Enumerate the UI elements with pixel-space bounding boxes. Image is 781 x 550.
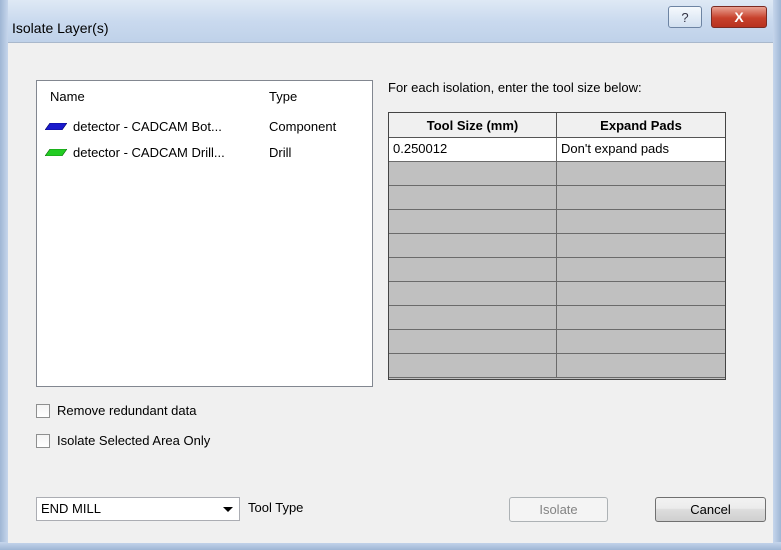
expand-pads-cell[interactable] xyxy=(557,282,725,306)
window-frame-bottom xyxy=(0,542,781,550)
help-button[interactable]: ? xyxy=(668,6,702,28)
tool-type-select[interactable]: END MILL xyxy=(36,497,240,521)
column-header-type[interactable]: Type xyxy=(269,89,297,104)
tool-size-cell[interactable] xyxy=(389,354,557,378)
close-button[interactable]: X xyxy=(711,6,767,28)
tool-size-grid[interactable]: Tool Size (mm) Expand Pads 0.250012 Don't… xyxy=(388,112,726,380)
isolate-button[interactable]: Isolate xyxy=(509,497,608,522)
layer-type: Component xyxy=(269,119,337,134)
layer-color-icon xyxy=(45,149,67,156)
layer-name: detector - CADCAM Drill... xyxy=(73,145,225,160)
expand-pads-cell[interactable] xyxy=(557,258,725,282)
expand-pads-cell[interactable] xyxy=(557,306,725,330)
tool-size-cell[interactable] xyxy=(389,306,557,330)
chevron-down-icon xyxy=(223,507,233,512)
column-header-name[interactable]: Name xyxy=(50,89,85,104)
expand-pads-cell[interactable]: Don't expand pads xyxy=(557,138,725,162)
isolate-selected-label[interactable]: Isolate Selected Area Only xyxy=(57,433,210,448)
window-title: Isolate Layer(s) xyxy=(12,20,109,36)
remove-redundant-checkbox[interactable] xyxy=(36,404,50,418)
close-icon: X xyxy=(734,9,744,25)
tool-size-cell[interactable] xyxy=(389,186,557,210)
tool-size-cell[interactable] xyxy=(389,234,557,258)
isolate-layers-dialog: Isolate Layer(s) ? X Name Type detector … xyxy=(0,0,781,550)
tool-size-cell[interactable] xyxy=(389,162,557,186)
tool-size-cell[interactable] xyxy=(389,210,557,234)
remove-redundant-label[interactable]: Remove redundant data xyxy=(57,403,196,418)
expand-pads-cell[interactable] xyxy=(557,162,725,186)
window-frame-left xyxy=(0,0,8,550)
cancel-button[interactable]: Cancel xyxy=(655,497,766,522)
tool-size-cell[interactable] xyxy=(389,258,557,282)
layer-type: Drill xyxy=(269,145,292,160)
column-header-tool-size: Tool Size (mm) xyxy=(389,113,557,138)
column-header-expand-pads: Expand Pads xyxy=(557,113,725,138)
tool-type-value: END MILL xyxy=(41,501,101,516)
window-frame-right xyxy=(773,0,781,550)
layer-row[interactable]: detector - CADCAM Bot... Component xyxy=(43,118,368,136)
tool-size-cell[interactable]: 0.250012 xyxy=(389,138,557,162)
expand-pads-cell[interactable] xyxy=(557,330,725,354)
expand-pads-cell[interactable] xyxy=(557,234,725,258)
layer-list[interactable]: Name Type detector - CADCAM Bot... Compo… xyxy=(36,80,373,387)
tool-type-label: Tool Type xyxy=(248,500,304,515)
isolate-selected-checkbox[interactable] xyxy=(36,434,50,448)
expand-pads-cell[interactable] xyxy=(557,186,725,210)
isolation-instructions: For each isolation, enter the tool size … xyxy=(388,80,642,95)
tool-size-cell[interactable] xyxy=(389,330,557,354)
expand-pads-cell[interactable] xyxy=(557,354,725,378)
layer-color-icon xyxy=(45,123,67,130)
tool-size-cell[interactable] xyxy=(389,282,557,306)
layer-name: detector - CADCAM Bot... xyxy=(73,119,222,134)
layer-row[interactable]: detector - CADCAM Drill... Drill xyxy=(43,144,368,162)
help-icon: ? xyxy=(681,9,689,25)
expand-pads-cell[interactable] xyxy=(557,210,725,234)
